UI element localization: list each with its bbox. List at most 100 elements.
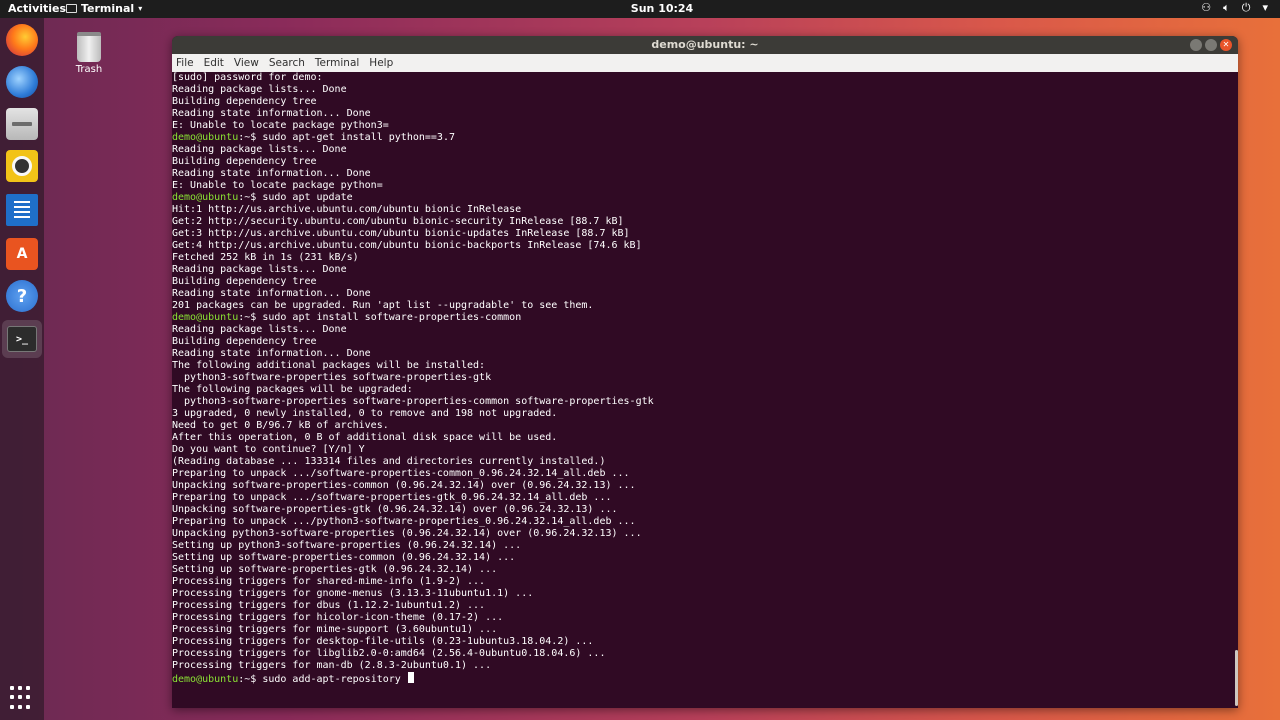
- output-text: Fetched 252 kB in 1s (231 kB/s): [172, 252, 359, 263]
- output-text: Reading state information... Done: [172, 288, 371, 299]
- terminal-dock-slot[interactable]: >_: [2, 320, 42, 358]
- output-text: Reading state information... Done: [172, 108, 371, 119]
- menu-bar: File Edit View Search Terminal Help: [172, 54, 1238, 72]
- top-panel: Activities Terminal ▾ Sun 10:24 ⚇ 🔈︎ ⏻ ▾: [0, 0, 1280, 18]
- rhythmbox-icon[interactable]: [6, 150, 38, 182]
- terminal-line: python3-software-properties software-pro…: [172, 396, 1228, 408]
- output-text: 3 upgraded, 0 newly installed, 0 to remo…: [172, 408, 558, 419]
- output-text: The following additional packages will b…: [172, 360, 486, 371]
- terminal-line: Unpacking software-properties-common (0.…: [172, 480, 1228, 492]
- firefox-icon[interactable]: [6, 24, 38, 56]
- menu-search[interactable]: Search: [269, 54, 305, 72]
- output-text: Processing triggers for libglib2.0-0:amd…: [172, 648, 606, 659]
- minimize-button[interactable]: [1190, 39, 1202, 51]
- output-text: Building dependency tree: [172, 96, 317, 107]
- dock: A ? >_: [0, 18, 44, 720]
- output-text: Reading state information... Done: [172, 168, 371, 179]
- prompt-path: :~$: [238, 674, 263, 685]
- terminal-line: E: Unable to locate package python3=: [172, 120, 1228, 132]
- terminal-line: 3 upgraded, 0 newly installed, 0 to remo…: [172, 408, 1228, 420]
- ubuntu-software-icon[interactable]: A: [6, 238, 38, 270]
- prompt-path: :~$: [238, 132, 263, 143]
- thunderbird-icon[interactable]: [6, 66, 38, 98]
- output-text: Reading state information... Done: [172, 348, 371, 359]
- output-text: Processing triggers for desktop-file-uti…: [172, 636, 594, 647]
- network-icon[interactable]: ⚇: [1201, 1, 1211, 15]
- command-text: sudo add-apt-repository: [262, 674, 407, 685]
- terminal-line: Processing triggers for libglib2.0-0:amd…: [172, 648, 1228, 660]
- terminal-line: Fetched 252 kB in 1s (231 kB/s): [172, 252, 1228, 264]
- terminal-line: Processing triggers for man-db (2.8.3-2u…: [172, 660, 1228, 672]
- output-text: python3-software-properties software-pro…: [172, 396, 654, 407]
- output-text: Do you want to continue? [Y/n] Y: [172, 444, 365, 455]
- trash-label: Trash: [75, 64, 103, 75]
- terminal-line: demo@ubuntu:~$ sudo apt install software…: [172, 312, 1228, 324]
- output-text: The following packages will be upgraded:: [172, 384, 413, 395]
- power-icon[interactable]: ⏻: [1242, 1, 1251, 15]
- output-text: Get:4 http://us.archive.ubuntu.com/ubunt…: [172, 240, 642, 251]
- terminal-line: Setting up software-properties-common (0…: [172, 552, 1228, 564]
- prompt-user-host: demo@ubuntu: [172, 192, 239, 203]
- terminal-line: demo@ubuntu:~$ sudo apt-get install pyth…: [172, 132, 1228, 144]
- terminal-line: Setting up python3-software-properties (…: [172, 540, 1228, 552]
- menu-terminal[interactable]: Terminal: [315, 54, 359, 72]
- output-text: Building dependency tree: [172, 156, 317, 167]
- system-tray[interactable]: ⚇ 🔈︎ ⏻ ▾: [1201, 1, 1268, 15]
- terminal-line: Unpacking software-properties-gtk (0.96.…: [172, 504, 1228, 516]
- terminal-line: Preparing to unpack .../software-propert…: [172, 468, 1228, 480]
- terminal-line: 201 packages can be upgraded. Run 'apt l…: [172, 300, 1228, 312]
- terminal-output[interactable]: [sudo] password for demo: Reading package…: [172, 72, 1228, 708]
- terminal-line: Get:4 http://us.archive.ubuntu.com/ubunt…: [172, 240, 1228, 252]
- terminal-line: Building dependency tree: [172, 156, 1228, 168]
- terminal-line: (Reading database ... 133314 files and d…: [172, 456, 1228, 468]
- output-text: Processing triggers for hicolor-icon-the…: [172, 612, 504, 623]
- output-text: Get:3 http://us.archive.ubuntu.com/ubunt…: [172, 228, 630, 239]
- terminal-line: Get:2 http://security.ubuntu.com/ubuntu …: [172, 216, 1228, 228]
- menu-file[interactable]: File: [176, 54, 194, 72]
- terminal-icon: >_: [7, 326, 37, 352]
- maximize-button[interactable]: [1205, 39, 1217, 51]
- terminal-line: Unpacking python3-software-properties (0…: [172, 528, 1228, 540]
- menu-view[interactable]: View: [234, 54, 259, 72]
- prompt-path: :~$: [238, 312, 263, 323]
- libreoffice-writer-icon[interactable]: [6, 194, 38, 226]
- terminal-line: Reading package lists... Done: [172, 144, 1228, 156]
- files-icon[interactable]: [6, 108, 38, 140]
- clock[interactable]: Sun 10:24: [0, 2, 1280, 15]
- terminal-line: Setting up software-properties-gtk (0.96…: [172, 564, 1228, 576]
- terminal-line: Processing triggers for hicolor-icon-the…: [172, 612, 1228, 624]
- output-text: Unpacking python3-software-properties (0…: [172, 528, 642, 539]
- terminal-line: python3-software-properties software-pro…: [172, 372, 1228, 384]
- output-text: Processing triggers for mime-support (3.…: [172, 624, 498, 635]
- output-text: 201 packages can be upgraded. Run 'apt l…: [172, 300, 594, 311]
- terminal-window[interactable]: demo@ubuntu: ~ ✕ File Edit View Search T…: [172, 36, 1238, 708]
- show-applications-icon[interactable]: [10, 686, 34, 710]
- terminal-line: Processing triggers for gnome-menus (3.1…: [172, 588, 1228, 600]
- close-button[interactable]: ✕: [1220, 39, 1232, 51]
- trash-desktop-icon[interactable]: Trash: [70, 32, 108, 75]
- terminal-line: demo@ubuntu:~$ sudo apt update: [172, 192, 1228, 204]
- terminal-line: E: Unable to locate package python=: [172, 180, 1228, 192]
- terminal-line: Building dependency tree: [172, 96, 1228, 108]
- output-text: Get:2 http://security.ubuntu.com/ubuntu …: [172, 216, 624, 227]
- terminal-line: Building dependency tree: [172, 336, 1228, 348]
- volume-icon[interactable]: 🔈︎: [1223, 1, 1230, 15]
- terminal-line: Processing triggers for mime-support (3.…: [172, 624, 1228, 636]
- menu-edit[interactable]: Edit: [204, 54, 224, 72]
- output-text: After this operation, 0 B of additional …: [172, 432, 558, 443]
- terminal-line: Reading state information... Done: [172, 168, 1228, 180]
- caret-down-icon[interactable]: ▾: [1262, 1, 1268, 15]
- prompt-user-host: demo@ubuntu: [172, 132, 239, 143]
- output-text: Hit:1 http://us.archive.ubuntu.com/ubunt…: [172, 204, 522, 215]
- window-titlebar[interactable]: demo@ubuntu: ~ ✕: [172, 36, 1238, 54]
- help-icon[interactable]: ?: [6, 280, 38, 312]
- output-text: Unpacking software-properties-common (0.…: [172, 480, 636, 491]
- terminal-line: Building dependency tree: [172, 276, 1228, 288]
- menu-help[interactable]: Help: [369, 54, 393, 72]
- output-text: Processing triggers for dbus (1.12.2-1ub…: [172, 600, 486, 611]
- output-text: Processing triggers for shared-mime-info…: [172, 576, 486, 587]
- output-text: Setting up python3-software-properties (…: [172, 540, 522, 551]
- scrollbar[interactable]: [1235, 650, 1238, 706]
- command-text: sudo apt-get install python==3.7: [262, 132, 455, 143]
- terminal-line: Get:3 http://us.archive.ubuntu.com/ubunt…: [172, 228, 1228, 240]
